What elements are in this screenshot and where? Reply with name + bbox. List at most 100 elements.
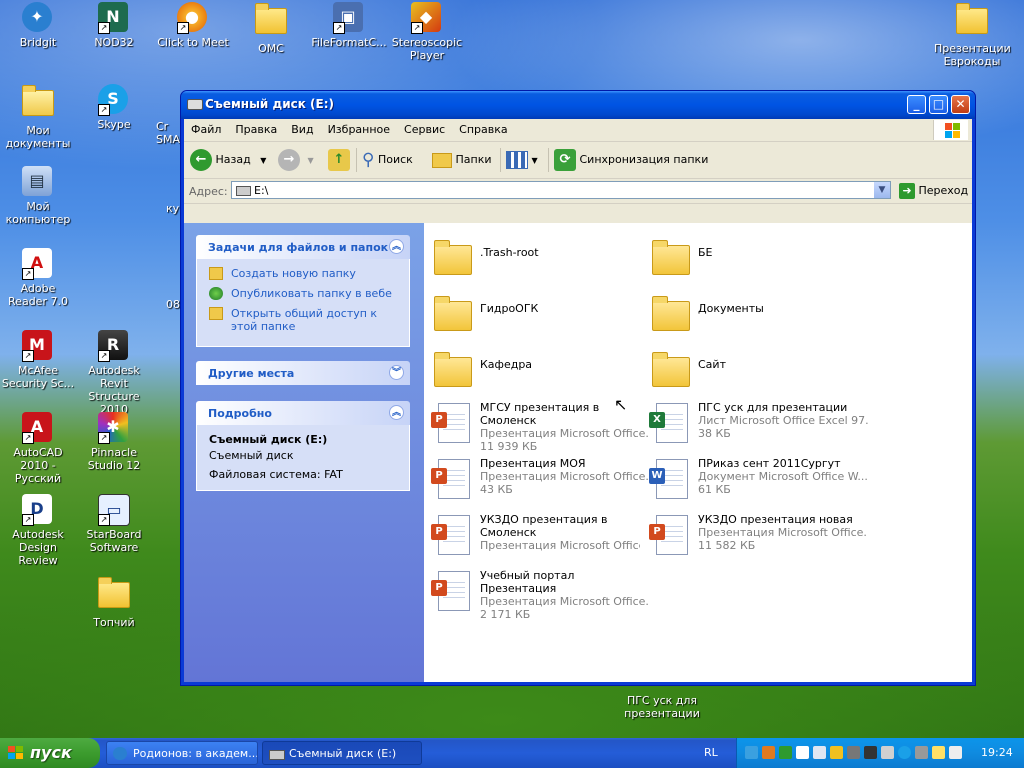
publish-web-link[interactable]: Опубликовать папку в вебе: [209, 287, 399, 300]
skype-tray-icon[interactable]: [898, 746, 911, 759]
folder-item[interactable]: Кафедра: [424, 341, 642, 391]
folder-item[interactable]: Сайт: [642, 341, 860, 391]
desktop-icon-design-review[interactable]: D ↗ Autodesk Design Review: [0, 494, 76, 567]
partial-label: SMA: [156, 133, 180, 146]
address-bar: Адрес: E:\ ▼ ➜ Переход: [184, 179, 972, 204]
collapse-chevron-icon[interactable]: ︽: [389, 405, 404, 420]
nod32-tray-icon[interactable]: [779, 746, 792, 759]
desktop-icon-autocad[interactable]: A ↗ AutoCAD 2010 - Русский: [0, 412, 76, 485]
desktop-icon-bridgit[interactable]: ✦ Bridgit: [0, 2, 76, 49]
back-button[interactable]: ← Назад ▼: [190, 148, 266, 172]
desktop-icon-mcafee[interactable]: M ↗ McAfee Security Sc...: [0, 330, 76, 390]
file-item[interactable]: P Презентация МОЯ Презентация Microsoft …: [424, 453, 650, 503]
collapse-chevron-icon[interactable]: ︽: [389, 239, 404, 254]
menu-tools[interactable]: Сервис: [397, 119, 452, 141]
network-icon[interactable]: [847, 746, 860, 759]
address-input[interactable]: E:\ ▼: [231, 181, 891, 199]
file-item[interactable]: P МГСУ презентация в Смоленск Презентаци…: [424, 397, 650, 453]
link-label: Создать новую папку: [231, 267, 356, 280]
desktop-icon-pgs-usk[interactable]: ПГС уск для презентации: [622, 694, 702, 720]
tray-security-icon[interactable]: [932, 746, 945, 759]
clock[interactable]: 19:24: [981, 746, 1013, 759]
title-bar[interactable]: Съемный диск (E:) _ □ ✕: [181, 91, 975, 119]
design-review-icon: D ↗: [22, 494, 54, 526]
folder-item[interactable]: БЕ: [642, 229, 860, 279]
folders-button[interactable]: Папки: [432, 148, 492, 172]
sync-folder-button[interactable]: ⟳ Синхронизация папки: [554, 148, 708, 172]
desktop-icon-omc[interactable]: OMC: [233, 2, 309, 55]
menu-favorites[interactable]: Избранное: [321, 119, 397, 141]
usb-device-icon[interactable]: [813, 746, 826, 759]
taskbar-task-browser[interactable]: Родионов: в академ...: [106, 741, 258, 765]
speaker-icon[interactable]: [864, 746, 877, 759]
details-header[interactable]: Подробно ︽: [196, 401, 410, 425]
new-folder-link[interactable]: Создать новую папку: [209, 267, 399, 280]
revit-icon: R ↗: [98, 330, 130, 362]
menu-view[interactable]: Вид: [284, 119, 320, 141]
chevron-down-icon[interactable]: ▼: [532, 156, 538, 165]
sync-icon: ⟳: [554, 149, 576, 171]
taskbar-task-explorer[interactable]: Съемный диск (E:): [262, 741, 422, 765]
removable-drive-icon: [187, 99, 203, 110]
mouse-cursor-icon: ↖: [614, 395, 628, 414]
desktop-icon-adobe-reader[interactable]: A ↗ Adobe Reader 7.0: [0, 248, 76, 308]
file-item[interactable]: W ПРиказ сент 2011Сургут Документ Micros…: [642, 453, 868, 503]
file-item[interactable]: P УКЗДО презентация в Смоленск Презентац…: [424, 509, 642, 565]
tray-window-icon[interactable]: [796, 746, 809, 759]
chevron-down-icon[interactable]: ▼: [260, 156, 266, 165]
desktop-icon-nod32[interactable]: N ↗ NOD32: [76, 2, 152, 49]
tray-monitor-icon[interactable]: [949, 746, 962, 759]
tray-device-icon[interactable]: [915, 746, 928, 759]
views-button[interactable]: ▼: [506, 148, 538, 172]
explorer-window[interactable]: Съемный диск (E:) _ □ ✕ Файл Правка Вид Изб…: [180, 90, 976, 686]
desktop-icon-fileformat[interactable]: ▣ ↗ FileFormatC...: [311, 2, 387, 49]
minimize-button[interactable]: _: [907, 95, 926, 114]
folder-icon: [650, 347, 690, 387]
task-pane: Задачи для файлов и папок ︽ Создать нову…: [184, 223, 424, 682]
file-tasks-header[interactable]: Задачи для файлов и папок ︽: [196, 235, 410, 259]
desktop-icon-my-documents[interactable]: Мои документы: [0, 84, 76, 150]
language-indicator[interactable]: RL: [704, 746, 718, 759]
desktop-icon-stereoscopic[interactable]: ◆ ↗ Stereoscopic Player: [389, 2, 465, 62]
forward-arrow-icon: →: [278, 149, 300, 171]
desktop-icon-pinnacle[interactable]: ✱ ↗ Pinnacle Studio 12: [76, 412, 152, 472]
menu-help[interactable]: Справка: [452, 119, 514, 141]
share-folder-link[interactable]: Открыть общий доступ к этой папке: [209, 307, 399, 333]
folder-item[interactable]: .Trash-root: [424, 229, 642, 279]
go-button[interactable]: ➜ Переход: [899, 182, 968, 200]
expand-chevron-icon[interactable]: ︾: [389, 365, 404, 380]
close-button[interactable]: ✕: [951, 95, 970, 114]
desktop-icon-revit[interactable]: R ↗ Autodesk Revit Structure 2010: [76, 330, 152, 416]
file-item[interactable]: X ПГС уск для презентации Лист Microsoft…: [642, 397, 868, 447]
maximize-button[interactable]: □: [929, 95, 948, 114]
chevron-down-icon[interactable]: ▼: [308, 156, 314, 165]
up-folder-button[interactable]: ↑: [328, 148, 350, 172]
taskbar: пуск Родионов: в академ... Съемный диск …: [0, 738, 1024, 768]
desktop-icon-prezentacii[interactable]: Презентации Еврокоды: [934, 2, 1011, 68]
menu-file[interactable]: Файл: [184, 119, 228, 141]
task-label: Родионов: в академ...: [133, 747, 258, 760]
details-body: Съемный диск (E:) Съемный диск Файловая …: [196, 425, 410, 491]
item-size: 2 171 КБ: [480, 608, 531, 621]
desktop-partial-label-2: ку: [166, 202, 180, 215]
desktop-icon-my-computer[interactable]: ▤ Мой компьютер: [0, 166, 76, 226]
desktop-icon-topchiy[interactable]: Топчий: [76, 576, 152, 629]
desktop-icon-starboard[interactable]: ▭ ↗ StarBoard Software: [76, 494, 152, 554]
tray-display-icon[interactable]: [881, 746, 894, 759]
desktop-icon-skype[interactable]: S ↗ Skype: [76, 84, 152, 131]
address-dropdown-button[interactable]: ▼: [874, 182, 890, 198]
desktop-icon-click-to-meet[interactable]: ● ↗ Click to Meet: [155, 2, 231, 49]
forward-button[interactable]: → ▼: [278, 148, 314, 172]
start-button[interactable]: пуск: [0, 738, 100, 768]
file-item[interactable]: P УКЗДО презентация новая Презентация Mi…: [642, 509, 868, 559]
search-button[interactable]: ⚲ Поиск: [362, 148, 413, 172]
tray-tool-icon[interactable]: [830, 746, 843, 759]
folder-item[interactable]: Документы: [642, 285, 860, 335]
menu-edit[interactable]: Правка: [228, 119, 284, 141]
folder-item[interactable]: ГидроОГК: [424, 285, 642, 335]
bluetooth-icon[interactable]: [745, 746, 758, 759]
tray-app-icon[interactable]: [762, 746, 775, 759]
file-item[interactable]: P Учебный портал Презентация Презентация…: [424, 565, 650, 621]
other-places-header[interactable]: Другие места ︾: [196, 361, 410, 385]
partial-label: Cr: [156, 120, 169, 133]
